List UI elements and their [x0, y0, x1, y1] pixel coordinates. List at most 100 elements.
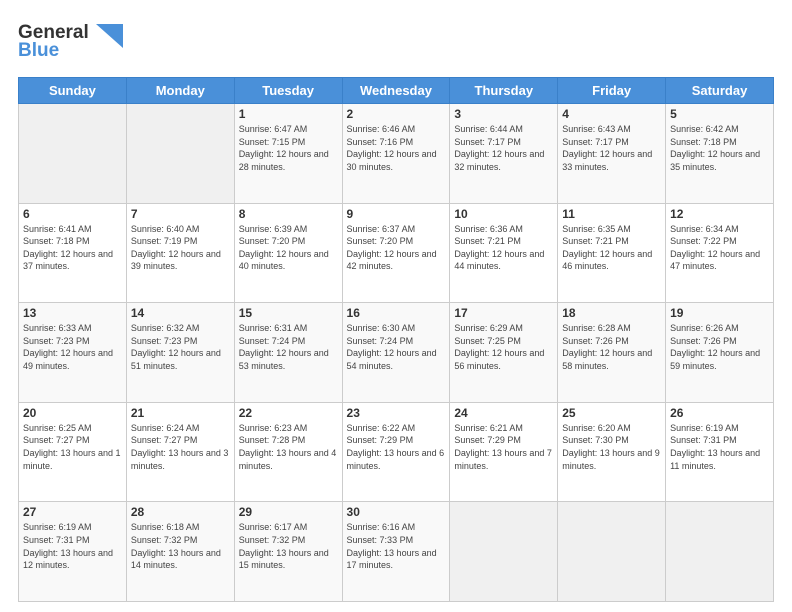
cell-details: Sunrise: 6:36 AMSunset: 7:21 PMDaylight:…: [454, 223, 553, 273]
calendar-week-3: 13 Sunrise: 6:33 AMSunset: 7:23 PMDayligh…: [19, 303, 774, 403]
day-number: 14: [131, 306, 230, 320]
calendar-cell: 17 Sunrise: 6:29 AMSunset: 7:25 PMDayligh…: [450, 303, 558, 403]
day-number: 16: [347, 306, 446, 320]
cell-details: Sunrise: 6:42 AMSunset: 7:18 PMDaylight:…: [670, 123, 769, 173]
cell-details: Sunrise: 6:40 AMSunset: 7:19 PMDaylight:…: [131, 223, 230, 273]
cell-details: Sunrise: 6:29 AMSunset: 7:25 PMDaylight:…: [454, 322, 553, 372]
cell-details: Sunrise: 6:21 AMSunset: 7:29 PMDaylight:…: [454, 422, 553, 472]
calendar-cell: 6Sunrise: 6:41 AMSunset: 7:18 PMDaylight…: [19, 203, 127, 303]
cell-details: Sunrise: 6:34 AMSunset: 7:22 PMDaylight:…: [670, 223, 769, 273]
day-number: 5: [670, 107, 769, 121]
calendar-cell: 29 Sunrise: 6:17 AMSunset: 7:32 PMDayligh…: [234, 502, 342, 602]
cell-details: Sunrise: 6:32 AMSunset: 7:23 PMDaylight:…: [131, 322, 230, 372]
calendar-cell: [19, 104, 127, 204]
cell-details: Sunrise: 6:22 AMSunset: 7:29 PMDaylight:…: [347, 422, 446, 472]
cell-details: Sunrise: 6:30 AMSunset: 7:24 PMDaylight:…: [347, 322, 446, 372]
day-number: 26: [670, 406, 769, 420]
day-number: 12: [670, 207, 769, 221]
calendar-cell: 14 Sunrise: 6:32 AMSunset: 7:23 PMDayligh…: [126, 303, 234, 403]
cell-details: Sunrise: 6:19 AMSunset: 7:31 PMDaylight:…: [670, 422, 769, 472]
cell-details: Sunrise: 6:46 AMSunset: 7:16 PMDaylight:…: [347, 123, 446, 173]
calendar-cell: 16 Sunrise: 6:30 AMSunset: 7:24 PMDayligh…: [342, 303, 450, 403]
calendar-cell: 11 Sunrise: 6:35 AMSunset: 7:21 PMDayligh…: [558, 203, 666, 303]
day-number: 17: [454, 306, 553, 320]
day-number: 28: [131, 505, 230, 519]
calendar-cell: 28 Sunrise: 6:18 AMSunset: 7:32 PMDayligh…: [126, 502, 234, 602]
day-number: 25: [562, 406, 661, 420]
calendar-cell: 2 Sunrise: 6:46 AMSunset: 7:16 PMDaylight…: [342, 104, 450, 204]
calendar-header-tuesday: Tuesday: [234, 78, 342, 104]
cell-details: Sunrise: 6:47 AMSunset: 7:15 PMDaylight:…: [239, 123, 338, 173]
calendar-cell: 20 Sunrise: 6:25 AMSunset: 7:27 PMDayligh…: [19, 402, 127, 502]
calendar-cell: 21Sunrise: 6:24 AMSunset: 7:27 PMDayligh…: [126, 402, 234, 502]
calendar-cell: 19Sunrise: 6:26 AMSunset: 7:26 PMDayligh…: [666, 303, 774, 403]
cell-details: Sunrise: 6:43 AMSunset: 7:17 PMDaylight:…: [562, 123, 661, 173]
day-number: 24: [454, 406, 553, 420]
cell-details: Sunrise: 6:18 AMSunset: 7:32 PMDaylight:…: [131, 521, 230, 571]
calendar-cell: [558, 502, 666, 602]
calendar-header-saturday: Saturday: [666, 78, 774, 104]
calendar-cell: 18Sunrise: 6:28 AMSunset: 7:26 PMDayligh…: [558, 303, 666, 403]
cell-details: Sunrise: 6:24 AMSunset: 7:27 PMDaylight:…: [131, 422, 230, 472]
page: General Blue SundayMondayTuesdayWednesda…: [0, 0, 792, 612]
day-number: 15: [239, 306, 338, 320]
day-number: 18: [562, 306, 661, 320]
day-number: 20: [23, 406, 122, 420]
calendar-header-thursday: Thursday: [450, 78, 558, 104]
calendar-header-friday: Friday: [558, 78, 666, 104]
calendar-cell: 3 Sunrise: 6:44 AMSunset: 7:17 PMDaylight…: [450, 104, 558, 204]
cell-details: Sunrise: 6:16 AMSunset: 7:33 PMDaylight:…: [347, 521, 446, 571]
cell-details: Sunrise: 6:19 AMSunset: 7:31 PMDaylight:…: [23, 521, 122, 571]
calendar-cell: 22Sunrise: 6:23 AMSunset: 7:28 PMDayligh…: [234, 402, 342, 502]
day-number: 7: [131, 207, 230, 221]
header: General Blue: [18, 18, 774, 67]
day-number: 29: [239, 505, 338, 519]
calendar-cell: [666, 502, 774, 602]
day-number: 10: [454, 207, 553, 221]
cell-details: Sunrise: 6:39 AMSunset: 7:20 PMDaylight:…: [239, 223, 338, 273]
calendar-cell: 10 Sunrise: 6:36 AMSunset: 7:21 PMDayligh…: [450, 203, 558, 303]
day-number: 4: [562, 107, 661, 121]
day-number: 11: [562, 207, 661, 221]
day-number: 1: [239, 107, 338, 121]
cell-details: Sunrise: 6:41 AMSunset: 7:18 PMDaylight:…: [23, 223, 122, 273]
calendar-cell: 8Sunrise: 6:39 AMSunset: 7:20 PMDaylight…: [234, 203, 342, 303]
calendar-cell: 30 Sunrise: 6:16 AMSunset: 7:33 PMDayligh…: [342, 502, 450, 602]
day-number: 13: [23, 306, 122, 320]
calendar-cell: 24 Sunrise: 6:21 AMSunset: 7:29 PMDayligh…: [450, 402, 558, 502]
calendar-header-sunday: Sunday: [19, 78, 127, 104]
cell-details: Sunrise: 6:25 AMSunset: 7:27 PMDaylight:…: [23, 422, 122, 472]
calendar-cell: 5 Sunrise: 6:42 AMSunset: 7:18 PMDaylight…: [666, 104, 774, 204]
calendar-table: SundayMondayTuesdayWednesdayThursdayFrid…: [18, 77, 774, 602]
cell-details: Sunrise: 6:20 AMSunset: 7:30 PMDaylight:…: [562, 422, 661, 472]
calendar-week-4: 20 Sunrise: 6:25 AMSunset: 7:27 PMDayligh…: [19, 402, 774, 502]
cell-details: Sunrise: 6:23 AMSunset: 7:28 PMDaylight:…: [239, 422, 338, 472]
day-number: 30: [347, 505, 446, 519]
calendar-header-wednesday: Wednesday: [342, 78, 450, 104]
calendar-header-monday: Monday: [126, 78, 234, 104]
calendar-cell: 4 Sunrise: 6:43 AMSunset: 7:17 PMDaylight…: [558, 104, 666, 204]
svg-text:Blue: Blue: [18, 40, 59, 61]
day-number: 9: [347, 207, 446, 221]
day-number: 27: [23, 505, 122, 519]
calendar-header-row: SundayMondayTuesdayWednesdayThursdayFrid…: [19, 78, 774, 104]
calendar-week-5: 27 Sunrise: 6:19 AMSunset: 7:31 PMDayligh…: [19, 502, 774, 602]
calendar-cell: 26 Sunrise: 6:19 AMSunset: 7:31 PMDayligh…: [666, 402, 774, 502]
calendar-cell: 23 Sunrise: 6:22 AMSunset: 7:29 PMDayligh…: [342, 402, 450, 502]
calendar-week-1: 1 Sunrise: 6:47 AMSunset: 7:15 PMDaylight…: [19, 104, 774, 204]
day-number: 23: [347, 406, 446, 420]
calendar-cell: [450, 502, 558, 602]
calendar-cell: 1 Sunrise: 6:47 AMSunset: 7:15 PMDaylight…: [234, 104, 342, 204]
cell-details: Sunrise: 6:17 AMSunset: 7:32 PMDaylight:…: [239, 521, 338, 571]
cell-details: Sunrise: 6:31 AMSunset: 7:24 PMDaylight:…: [239, 322, 338, 372]
cell-details: Sunrise: 6:33 AMSunset: 7:23 PMDaylight:…: [23, 322, 122, 372]
cell-details: Sunrise: 6:37 AMSunset: 7:20 PMDaylight:…: [347, 223, 446, 273]
calendar-cell: [126, 104, 234, 204]
day-number: 3: [454, 107, 553, 121]
cell-details: Sunrise: 6:44 AMSunset: 7:17 PMDaylight:…: [454, 123, 553, 173]
logo: General Blue: [18, 18, 123, 67]
calendar-cell: 9 Sunrise: 6:37 AMSunset: 7:20 PMDaylight…: [342, 203, 450, 303]
day-number: 2: [347, 107, 446, 121]
calendar-cell: 25 Sunrise: 6:20 AMSunset: 7:30 PMDayligh…: [558, 402, 666, 502]
cell-details: Sunrise: 6:35 AMSunset: 7:21 PMDaylight:…: [562, 223, 661, 273]
